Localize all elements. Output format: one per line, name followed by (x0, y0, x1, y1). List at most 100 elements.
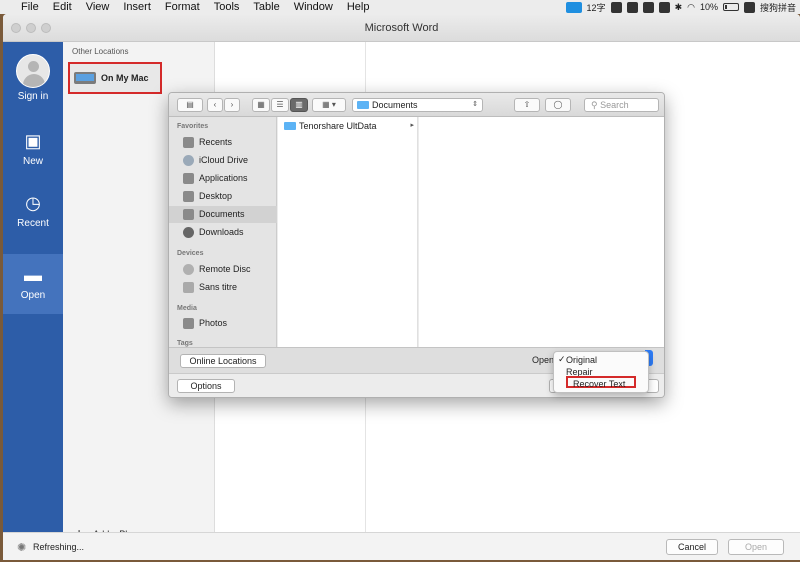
grid-icon[interactable] (658, 1, 670, 13)
file-name: Tenorshare UltData (299, 121, 377, 131)
sidebar-item-remote-disc[interactable]: Remote Disc (169, 261, 277, 278)
sogou-icon[interactable] (743, 1, 755, 13)
sidebar-toggle-button[interactable]: ▤ (177, 98, 203, 112)
battery-icon[interactable] (722, 3, 739, 11)
dialog-sidebar: Favorites Recents iCloud Drive Applicati… (169, 117, 277, 347)
microphone-icon[interactable] (642, 1, 654, 13)
sidebar-item-label: Applications (199, 173, 248, 183)
sidebar-section-favorites: Favorites (177, 123, 209, 130)
menu-table[interactable]: Table (246, 1, 286, 13)
menu-file[interactable]: File (14, 1, 46, 13)
online-locations-button[interactable]: Online Locations (180, 354, 266, 368)
tag-button[interactable]: ◯ (545, 98, 571, 112)
sidebar-item-photos[interactable]: Photos (169, 315, 277, 332)
menu-help[interactable]: Help (340, 1, 377, 13)
laptop-icon (74, 72, 96, 84)
sidebar-item-label: Downloads (199, 227, 244, 237)
new-document-icon: ▣ (24, 131, 42, 151)
status-bar: ✺ Refreshing... Cancel Open (3, 532, 800, 560)
nav-recent-label: Recent (17, 218, 49, 229)
folder-icon (357, 101, 369, 109)
status-icon[interactable] (610, 1, 622, 13)
zoom-window-button[interactable] (41, 23, 51, 33)
open-label: Open (532, 355, 555, 365)
disc-icon (183, 264, 194, 275)
sidebar-item-label: iCloud Drive (199, 155, 249, 165)
menu-tools[interactable]: Tools (207, 1, 247, 13)
nav-new-label: New (22, 156, 43, 167)
list-view-button[interactable]: ☰ (271, 98, 289, 112)
downloads-icon (183, 227, 194, 238)
icon-view-button[interactable]: ▦ (252, 98, 270, 112)
search-placeholder: Search (600, 100, 629, 110)
column-view-button[interactable]: ▥ (290, 98, 308, 112)
avatar-icon (16, 54, 50, 88)
sidebar-item-label: Desktop (199, 191, 233, 201)
sidebar-item-label: Documents (199, 209, 245, 219)
cancel-button[interactable]: Cancel (666, 539, 718, 555)
sidebar-item-label: Photos (199, 318, 228, 328)
sidebar-item-recents[interactable]: Recents (169, 134, 277, 151)
browser-column-1: Tenorshare UltData ▸ (278, 117, 418, 347)
status-tray: 12字 ✱ ◠ 10% 搜狗拼音 (565, 1, 800, 14)
back-button[interactable]: ‹ (207, 98, 223, 112)
nav-open[interactable]: ▬ Open (3, 264, 63, 301)
recents-icon (183, 137, 194, 148)
cloud-icon (183, 155, 194, 166)
forward-button[interactable]: › (224, 98, 240, 112)
options-button[interactable]: Options (177, 379, 235, 393)
minimize-window-button[interactable] (26, 23, 36, 33)
arrange-menu-button[interactable]: ▦ ▾ (312, 98, 346, 112)
sidebar-item-desktop[interactable]: Desktop (169, 188, 277, 205)
menu-window[interactable]: Window (287, 1, 340, 13)
battery-percent: 10% (699, 2, 718, 12)
refreshing-text: Refreshing... (33, 542, 85, 552)
input-method-indicator[interactable]: 12字 (587, 1, 606, 14)
wifi-icon[interactable]: ◠ (687, 2, 695, 13)
close-window-button[interactable] (11, 23, 21, 33)
menu-insert[interactable]: Insert (116, 1, 158, 13)
disclosure-arrow-icon: ▸ (410, 122, 414, 129)
menu-option-recover-text[interactable]: Recover Text (566, 376, 636, 389)
sidebar-item-documents[interactable]: Documents (169, 206, 277, 223)
menubar-app-icon[interactable] (565, 1, 582, 13)
on-my-mac-item[interactable]: On My Mac (68, 62, 162, 94)
applications-icon (183, 173, 194, 184)
file-row[interactable]: Tenorshare UltData ▸ (278, 119, 418, 133)
spinner-icon: ✺ (17, 542, 27, 554)
sidebar-item-label: Remote Disc (199, 264, 251, 274)
nav-new[interactable]: ▣ New (3, 130, 63, 167)
window-title: Microsoft Word (364, 22, 439, 34)
search-field[interactable]: ⚲ Search (584, 98, 659, 112)
sidebar-section-devices: Devices (177, 250, 204, 257)
sidebar-item-downloads[interactable]: Downloads (169, 224, 277, 241)
sidebar-item-applications[interactable]: Applications (169, 170, 277, 187)
checkmark-icon: ✓ (558, 354, 566, 364)
status-icon[interactable] (626, 1, 638, 13)
sidebar-item-label: Recents (199, 137, 233, 147)
menu-bar: File Edit View Insert Format Tools Table… (0, 0, 800, 14)
sidebar-section-tags: Tags (177, 340, 193, 347)
menu-view[interactable]: View (79, 1, 117, 13)
menu-option-original[interactable]: Original (566, 354, 597, 366)
desktop-icon (183, 191, 194, 202)
sogou-label: 搜狗拼音 (759, 2, 796, 13)
menu-edit[interactable]: Edit (46, 1, 79, 13)
sidebar-section-media: Media (177, 305, 197, 312)
path-popup[interactable]: Documents ⇕ (352, 98, 483, 112)
menu-format[interactable]: Format (158, 1, 207, 13)
sidebar-item-icloud-drive[interactable]: iCloud Drive (169, 152, 277, 169)
nav-recent[interactable]: ◷ Recent (3, 192, 63, 229)
open-button[interactable]: Open (728, 539, 784, 555)
sidebar-item-label: Sans titre (199, 282, 238, 292)
camera-icon (183, 318, 194, 329)
sidebar-item-sans-titre[interactable]: Sans titre (169, 279, 277, 296)
share-button[interactable]: ⇧ (514, 98, 540, 112)
updown-icon: ⇕ (472, 101, 478, 108)
folder-icon (284, 122, 296, 130)
nav-sign-in[interactable]: Sign in (3, 54, 63, 102)
bluetooth-icon[interactable]: ✱ (675, 2, 683, 13)
search-icon: ⚲ (591, 100, 598, 110)
clock-icon: ◷ (25, 193, 41, 213)
folder-icon: ▬ (24, 265, 42, 285)
